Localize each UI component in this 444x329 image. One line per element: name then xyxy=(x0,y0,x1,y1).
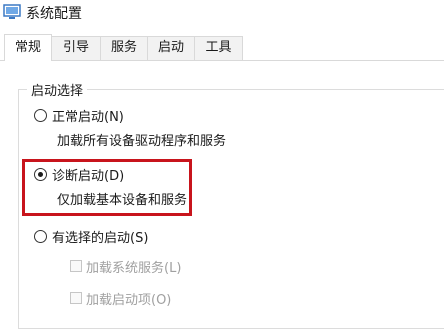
diagnostic-startup-radio[interactable] xyxy=(34,168,47,181)
tab-bar: 常规 引导 服务 启动 工具 xyxy=(0,34,444,61)
tab-label: 服务 xyxy=(110,40,137,55)
tab-label: 引导 xyxy=(62,40,89,55)
selective-startup-radio[interactable] xyxy=(34,230,47,243)
tab-label: 启动 xyxy=(157,40,184,55)
window-title: 系统配置 xyxy=(26,6,82,22)
load-startup-items-checkbox[interactable] xyxy=(70,292,82,304)
tab-startup[interactable]: 启动 xyxy=(147,36,195,60)
load-system-services-checkbox[interactable] xyxy=(70,260,82,272)
radio-selected-dot xyxy=(38,172,43,177)
tab-divider xyxy=(0,60,444,61)
load-startup-items-label: 加载启动项(O) xyxy=(86,293,172,308)
tab-services[interactable]: 服务 xyxy=(100,36,148,60)
diagnostic-startup-description: 仅加载基本设备和服务 xyxy=(57,193,188,208)
system-config-icon xyxy=(3,4,21,19)
title-bar: 系统配置 xyxy=(0,0,444,36)
tab-label: 工具 xyxy=(205,40,232,55)
tab-label: 常规 xyxy=(14,40,41,55)
normal-startup-radio[interactable] xyxy=(34,109,47,122)
group-label: 启动选择 xyxy=(27,80,88,99)
normal-startup-description: 加载所有设备驱动程序和服务 xyxy=(57,134,227,149)
load-system-services-label: 加载系统服务(L) xyxy=(86,261,182,276)
tab-general[interactable]: 常规 xyxy=(4,34,52,61)
selective-startup-label[interactable]: 有选择的启动(S) xyxy=(52,227,148,246)
diagnostic-startup-label[interactable]: 诊断启动(D) xyxy=(52,165,124,184)
tab-boot[interactable]: 引导 xyxy=(51,36,101,60)
tab-tools[interactable]: 工具 xyxy=(194,36,243,60)
normal-startup-label[interactable]: 正常启动(N) xyxy=(52,106,124,125)
